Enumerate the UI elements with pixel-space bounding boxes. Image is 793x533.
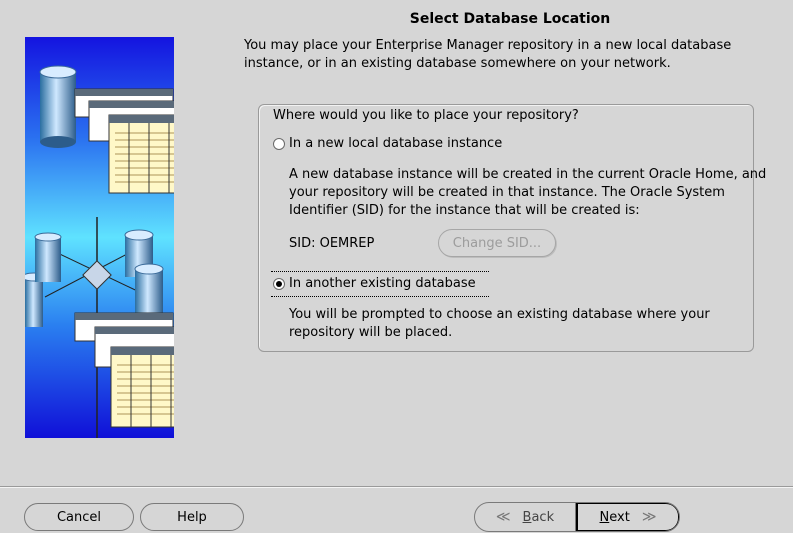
next-label: ext [609, 509, 630, 525]
option-new-label[interactable]: In a new local database instance [289, 136, 502, 151]
navigation-buttons: ≪ Back Next ≫ [474, 502, 680, 532]
intro-text: You may place your Enterprise Manager re… [244, 38, 732, 71]
group-legend: Where would you like to place your repos… [269, 108, 583, 123]
option-existing-description: You will be prompted to choose an existi… [289, 307, 710, 340]
option-existing-label[interactable]: In another existing database [289, 276, 476, 291]
cancel-button[interactable]: Cancel [24, 503, 134, 531]
back-arrow-icon: ≪ [495, 509, 511, 525]
database-illustration [25, 37, 174, 438]
next-button[interactable]: Next ≫ [576, 503, 679, 531]
help-button[interactable]: Help [140, 503, 244, 531]
back-button[interactable]: ≪ Back [475, 503, 576, 531]
sid-label: SID: OEMREP [289, 236, 375, 251]
radio-existing-database[interactable] [273, 277, 285, 290]
database-cylinder-icon [39, 65, 77, 148]
option-new-instance[interactable]: In a new local database instance [273, 136, 502, 151]
page-title: Select Database Location [409, 11, 611, 27]
radio-new-instance[interactable] [273, 137, 285, 150]
next-arrow-icon: ≫ [641, 509, 657, 525]
footer-divider [0, 486, 793, 488]
next-mnemonic: N [599, 509, 610, 525]
option-new-description: A new database instance will be created … [289, 167, 767, 218]
change-sid-button[interactable]: Change SID... [438, 229, 556, 257]
back-label: ack [531, 509, 555, 525]
option-existing-database[interactable]: In another existing database [273, 276, 476, 291]
